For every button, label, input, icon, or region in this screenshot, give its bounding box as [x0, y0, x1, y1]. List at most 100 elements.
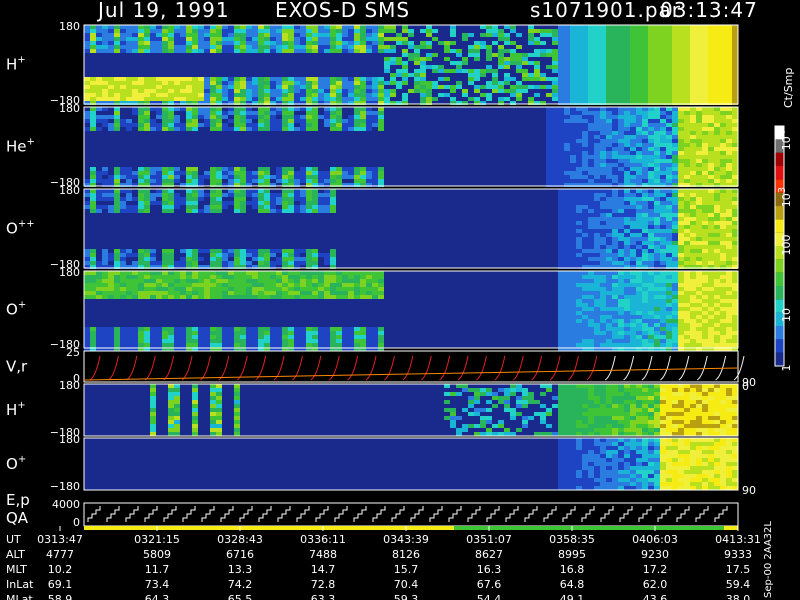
pixel: [630, 311, 636, 315]
pixel: [612, 159, 618, 163]
pixel: [270, 89, 276, 93]
pixel: [624, 323, 630, 327]
pixel: [618, 287, 624, 291]
pixel: [192, 49, 198, 53]
pixel: [612, 33, 618, 37]
panel-0-image: [83, 24, 739, 105]
pixel: [444, 93, 450, 97]
pixel: [630, 307, 636, 311]
pixel: [570, 127, 576, 131]
pixel: [114, 119, 120, 123]
pixel: [294, 261, 300, 265]
pixel: [684, 127, 690, 131]
pixel: [612, 261, 618, 265]
pixel: [702, 253, 708, 257]
pixel: [102, 25, 108, 29]
pixel: [150, 295, 156, 299]
pixel: [576, 123, 582, 127]
pixel: [264, 77, 270, 81]
pixel: [210, 115, 216, 119]
pixel: [684, 307, 690, 311]
pixel: [714, 159, 720, 163]
pixel: [636, 159, 642, 163]
pixel: [366, 287, 372, 291]
pixel: [216, 119, 222, 123]
pixel: [420, 61, 426, 65]
pixel: [282, 327, 288, 331]
pixel: [222, 45, 228, 49]
pixel: [270, 123, 276, 127]
pixel: [156, 81, 162, 85]
pixel: [450, 25, 456, 29]
pixel: [612, 147, 618, 151]
pixel: [582, 245, 588, 249]
pixel: [108, 115, 114, 119]
pixel: [636, 307, 642, 311]
pixel: [618, 171, 624, 175]
pixel: [312, 327, 318, 331]
pixel: [576, 57, 582, 61]
pixel: [696, 41, 702, 45]
pixel: [270, 331, 276, 335]
pixel: [678, 343, 684, 347]
pixel: [678, 303, 684, 307]
pixel: [222, 331, 228, 335]
pixel: [174, 107, 180, 111]
pixel: [564, 257, 570, 261]
pixel: [618, 237, 624, 241]
pixel: [186, 197, 192, 201]
pixel: [360, 111, 366, 115]
pixel: [288, 175, 294, 179]
pixel: [186, 167, 192, 171]
pixel: [582, 119, 588, 123]
pixel: [336, 283, 342, 287]
pixel: [348, 89, 354, 93]
pixel: [336, 97, 342, 101]
pixel: [666, 81, 672, 85]
pixel: [102, 271, 108, 275]
pixel: [564, 115, 570, 119]
pixel: [204, 249, 210, 253]
pixel: [114, 209, 120, 213]
pixel: [558, 299, 564, 303]
pixel: [138, 287, 144, 291]
pixel: [624, 85, 630, 89]
pixel: [660, 327, 666, 331]
pixel: [660, 29, 666, 33]
pixel: [312, 343, 318, 347]
pixel: [354, 327, 360, 331]
pixel: [396, 69, 402, 73]
pixel: [120, 291, 126, 295]
pixel: [120, 327, 126, 331]
pixel: [600, 143, 606, 147]
pixel: [348, 37, 354, 41]
pixel: [714, 25, 720, 29]
pixel: [588, 29, 594, 33]
pixel: [594, 111, 600, 115]
pixel: [624, 41, 630, 45]
pixel: [714, 287, 720, 291]
pixel: [138, 261, 144, 265]
pixel: [660, 205, 666, 209]
pixel: [660, 61, 666, 65]
pixel: [474, 57, 480, 61]
pixel: [132, 77, 138, 81]
pixel: [564, 89, 570, 93]
pixel: [558, 229, 564, 233]
pixel: [666, 275, 672, 279]
pixel: [186, 123, 192, 127]
pixel: [552, 139, 558, 143]
pixel: [348, 25, 354, 29]
pixel: [162, 261, 168, 265]
pixel: [324, 197, 330, 201]
pixel: [108, 193, 114, 197]
pixel: [714, 53, 720, 57]
pixel: [708, 179, 714, 183]
pixel: [480, 45, 486, 49]
pixel: [180, 85, 186, 89]
pixel: [288, 189, 294, 193]
pixel: [576, 311, 582, 315]
pixel: [654, 201, 660, 205]
pixel: [570, 193, 576, 197]
pixel: [642, 189, 648, 193]
